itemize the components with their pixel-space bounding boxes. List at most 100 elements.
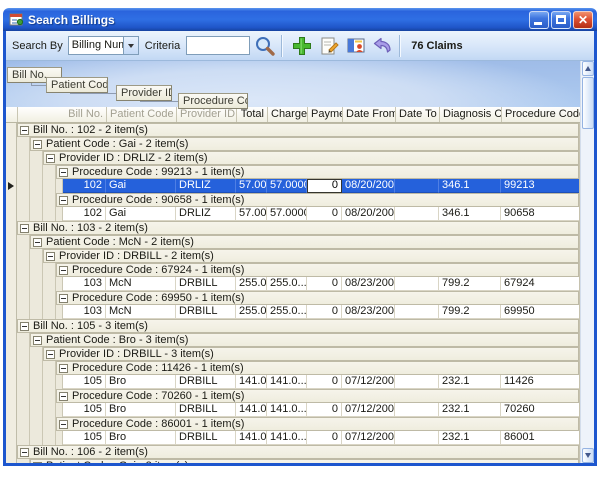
close-button[interactable]: ✕ [573, 11, 593, 29]
group-row[interactable]: Procedure Code : 86001 - 1 item(s) [17, 417, 579, 431]
group-row-box[interactable]: Provider ID : DRBILL - 3 item(s) [43, 347, 579, 361]
table-cell[interactable]: DRLIZ [176, 207, 236, 221]
table-cell[interactable]: DRBILL [176, 431, 236, 445]
column-header-payme-[interactable]: Payme... [308, 107, 343, 122]
scroll-down-button[interactable] [582, 448, 594, 463]
table-cell[interactable]: 0 [307, 207, 342, 221]
collapse-icon[interactable] [33, 140, 42, 149]
collapse-icon[interactable] [20, 126, 29, 135]
group-row-box[interactable]: Patient Code : Gai - 2 item(s) [30, 459, 579, 463]
collapse-icon[interactable] [46, 350, 55, 359]
column-header-diagnosis-code[interactable]: Diagnosis Code [440, 107, 502, 122]
collapse-icon[interactable] [20, 448, 29, 457]
group-row-box[interactable]: Patient Code : McN - 2 item(s) [30, 235, 579, 249]
table-cell[interactable]: 255.0... [267, 305, 307, 319]
column-header-provider-id[interactable]: Provider ID [177, 107, 237, 122]
collapse-icon[interactable] [59, 364, 68, 373]
group-by-panel[interactable]: Bill No.Patient CodeProvider IDProcedure… [6, 61, 580, 107]
collapse-icon[interactable] [59, 294, 68, 303]
table-cell[interactable]: 103 [63, 305, 106, 319]
table-cell[interactable]: 69950 [501, 305, 580, 319]
group-row-box[interactable]: Procedure Code : 69950 - 1 item(s) [56, 291, 579, 305]
table-cell[interactable]: McN [106, 277, 176, 291]
group-field-patient-code[interactable]: Patient Code [46, 77, 108, 93]
add-claim-button[interactable] [290, 34, 314, 58]
group-row-box[interactable]: Procedure Code : 86001 - 1 item(s) [56, 417, 579, 431]
table-cell[interactable]: 255.0... [236, 277, 267, 291]
table-cell[interactable]: 255.0... [236, 305, 267, 319]
vertical-scrollbar[interactable] [580, 61, 594, 463]
column-header-total[interactable]: Total [237, 107, 268, 122]
table-cell[interactable]: 103 [63, 277, 106, 291]
table-cell[interactable]: 105 [63, 375, 106, 389]
column-header-date-from[interactable]: Date From [343, 107, 396, 122]
group-row[interactable]: Patient Code : McN - 2 item(s) [17, 235, 579, 249]
table-cell[interactable]: 70260 [501, 403, 580, 417]
table-cell[interactable]: 102 [63, 179, 106, 193]
criteria-input[interactable] [186, 36, 250, 55]
group-row[interactable]: Provider ID : DRBILL - 3 item(s) [17, 347, 579, 361]
table-cell[interactable] [395, 431, 439, 445]
group-row-box[interactable]: Provider ID : DRLIZ - 2 item(s) [43, 151, 579, 165]
collapse-icon[interactable] [33, 462, 42, 464]
table-cell[interactable]: 08/23/2004 [342, 277, 395, 291]
table-cell[interactable]: 141.0... [267, 375, 307, 389]
search-button[interactable] [253, 34, 277, 58]
table-cell[interactable]: Bro [106, 403, 176, 417]
collapse-icon[interactable] [59, 420, 68, 429]
table-cell[interactable] [395, 277, 439, 291]
group-row[interactable]: Bill No. : 105 - 3 item(s) [17, 319, 579, 333]
table-cell[interactable]: 141.0... [236, 431, 267, 445]
search-by-combobox[interactable]: Billing Number [68, 36, 139, 55]
table-cell[interactable]: 07/12/2004 [342, 375, 395, 389]
table-cell[interactable]: DRBILL [176, 403, 236, 417]
collapse-icon[interactable] [46, 252, 55, 261]
table-cell[interactable]: 232.1 [439, 375, 501, 389]
table-cell[interactable] [395, 305, 439, 319]
table-cell[interactable]: DRBILL [176, 375, 236, 389]
collapse-icon[interactable] [20, 322, 29, 331]
group-row-box[interactable]: Procedure Code : 67924 - 1 item(s) [56, 263, 579, 277]
group-row-box[interactable]: Provider ID : DRBILL - 2 item(s) [43, 249, 579, 263]
table-cell[interactable] [395, 207, 439, 221]
table-cell[interactable]: 799.2 [439, 277, 501, 291]
group-field-provider-id[interactable]: Provider ID [116, 85, 172, 101]
table-row[interactable]: 102GaiDRLIZ57.00...57.0000008/20/2004346… [17, 179, 579, 193]
chevron-down-icon[interactable] [123, 37, 138, 54]
table-cell[interactable]: 232.1 [439, 403, 501, 417]
group-row-box[interactable]: Procedure Code : 11426 - 1 item(s) [56, 361, 579, 375]
table-cell[interactable]: 105 [63, 403, 106, 417]
collapse-icon[interactable] [46, 154, 55, 163]
group-row[interactable]: Bill No. : 103 - 2 item(s) [17, 221, 579, 235]
table-cell[interactable]: DRBILL [176, 305, 236, 319]
table-cell[interactable]: Gai [106, 207, 176, 221]
minimize-button[interactable] [529, 11, 549, 29]
group-row-box[interactable]: Patient Code : Gai - 2 item(s) [30, 137, 579, 151]
maximize-button[interactable] [551, 11, 571, 29]
group-row[interactable]: Patient Code : Bro - 3 item(s) [17, 333, 579, 347]
column-header-charges[interactable]: Charges [268, 107, 308, 122]
table-cell[interactable]: 86001 [501, 431, 580, 445]
table-cell[interactable]: 0 [307, 305, 342, 319]
table-cell[interactable]: Bro [106, 431, 176, 445]
table-row[interactable]: 103McNDRBILL255.0...255.0...008/23/20047… [17, 305, 579, 319]
title-bar[interactable]: Search Billings ✕ [3, 8, 597, 31]
column-header-date-to[interactable]: Date To [396, 107, 440, 122]
group-row[interactable]: Procedure Code : 67924 - 1 item(s) [17, 263, 579, 277]
group-row[interactable]: Procedure Code : 99213 - 1 item(s) [17, 165, 579, 179]
table-cell[interactable]: Bro [106, 375, 176, 389]
table-cell[interactable]: 67924 [501, 277, 580, 291]
table-cell[interactable]: 0 [307, 375, 342, 389]
table-cell[interactable]: 102 [63, 207, 106, 221]
table-cell[interactable]: 141.0... [236, 375, 267, 389]
column-header-procedure-code[interactable]: Procedure Code [502, 107, 581, 122]
table-cell[interactable]: 08/20/2004 [342, 207, 395, 221]
table-cell[interactable] [395, 375, 439, 389]
table-row[interactable]: 105BroDRBILL141.0...141.0...007/12/20042… [17, 403, 579, 417]
report-button[interactable] [344, 34, 368, 58]
scrollbar-thumb[interactable] [582, 77, 594, 129]
group-row-box[interactable]: Bill No. : 105 - 3 item(s) [17, 319, 579, 333]
table-row[interactable]: 102GaiDRLIZ57.00...57.0000008/20/2004346… [17, 207, 579, 221]
collapse-icon[interactable] [33, 238, 42, 247]
group-row[interactable]: Bill No. : 102 - 2 item(s) [17, 123, 579, 137]
